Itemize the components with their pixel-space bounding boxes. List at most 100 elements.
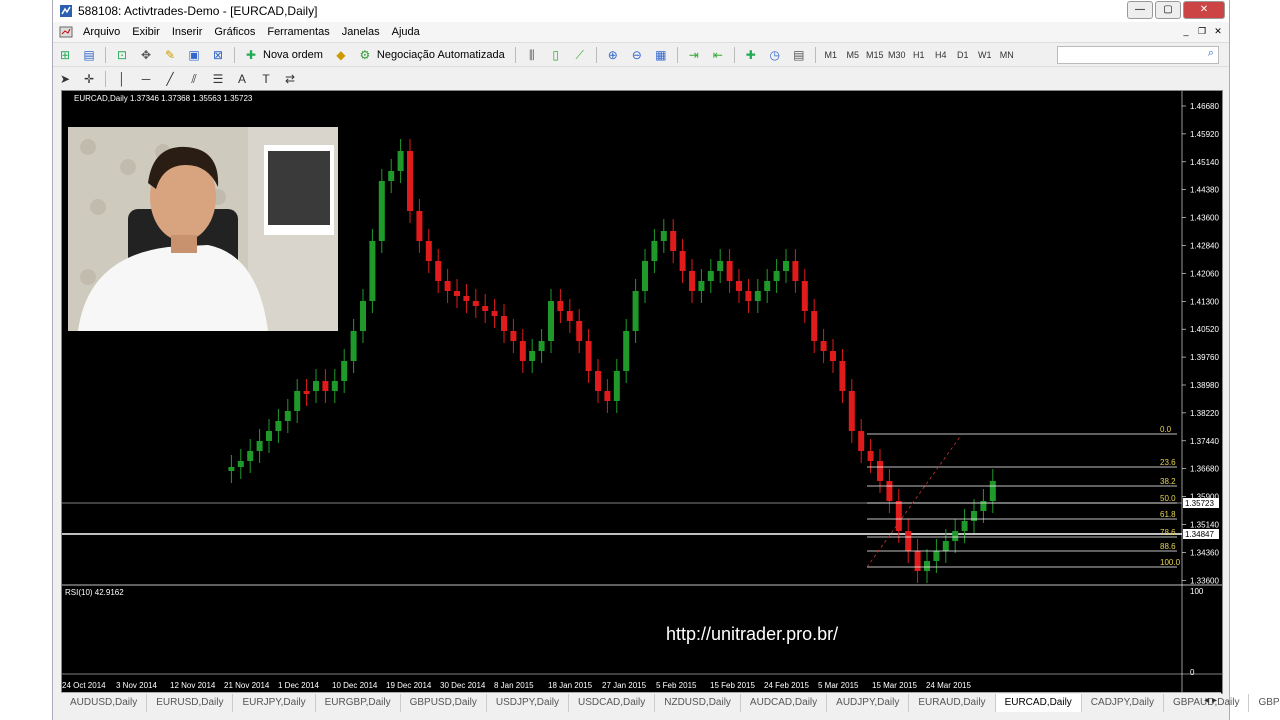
trendline-icon[interactable]: ╱ [162,71,178,87]
search-icon[interactable]: ⌕ [1208,47,1214,60]
auto-trading-button[interactable]: Negociação Automatizada [377,49,505,61]
candle-body [501,316,507,331]
price-tick-label: 1.45140 [1190,158,1219,167]
timeframe-m5[interactable]: M5 [842,50,864,60]
text-label-icon[interactable]: T [258,71,274,87]
minimize-button[interactable]: — [1127,1,1153,19]
price-tick-label: 1.35900 [1190,493,1219,502]
candle-body [811,311,818,341]
tab-nzdusd[interactable]: NZDUSD,Daily [655,694,741,712]
timeframe-h1[interactable]: H1 [908,50,930,60]
new-order-icon[interactable]: ✚ [243,47,259,63]
date-tick-label: 24 Mar 2015 [926,681,971,690]
candle-body [754,291,761,301]
bar-chart-icon[interactable]: ⫼ [524,47,540,63]
price-tick-label: 1.34360 [1190,548,1219,557]
candle-body [830,351,836,361]
tab-cadjpy[interactable]: CADJPY,Daily [1082,694,1164,712]
chart-header: EURCAD,Daily 1.37346 1.37368 1.35563 1.3… [74,94,253,103]
price-tick-label: 1.38220 [1190,409,1219,418]
market-watch-icon[interactable]: ⊡ [114,47,130,63]
tab-audusd[interactable]: AUDUSD,Daily [61,694,148,712]
tab-usdjpy[interactable]: USDJPY,Daily [487,694,570,712]
terminal-icon[interactable]: ▣ [186,47,202,63]
chart-shift-icon[interactable]: ⇤ [710,47,726,63]
menu-ferramentas[interactable]: Ferramentas [261,26,335,38]
timeframe-d1[interactable]: D1 [952,50,974,60]
menu-exibir[interactable]: Exibir [126,26,166,38]
maximize-button[interactable]: ▢ [1155,1,1181,19]
arrows-icon[interactable]: ⇄ [282,71,298,87]
candle-body [322,381,329,391]
cursor-icon[interactable]: ➤ [57,71,73,87]
new-chart-icon[interactable]: ⊞ [57,47,73,63]
tab-gbpusd[interactable]: GBPUSD,Daily [401,694,487,712]
tester-icon[interactable]: ⊠ [210,47,226,63]
candle-body [660,231,667,241]
candle-body [313,381,319,391]
crosshair-icon[interactable]: ✛ [81,71,97,87]
line-chart-icon[interactable]: ⟋ [572,47,588,63]
channel-icon[interactable]: ⫽ [186,71,202,87]
menu-janelas[interactable]: Janelas [336,26,386,38]
menu-ajuda[interactable]: Ajuda [386,26,426,38]
templates-icon[interactable]: ▤ [791,47,807,63]
zoom-in-icon[interactable]: ⊕ [605,47,621,63]
candle-body [792,261,799,281]
data-window-icon[interactable]: ✎ [162,47,178,63]
horizontal-line-icon[interactable]: ─ [138,71,154,87]
new-order-button[interactable]: Nova ordem [263,49,323,61]
date-tick-label: 1 Dec 2014 [278,681,319,690]
candlestick-icon[interactable]: ▯ [548,47,564,63]
menu-graficos[interactable]: Gráficos [208,26,261,38]
timeframe-m1[interactable]: M1 [820,50,842,60]
drawing-toolbar: ➤ ✛ │ ─ ╱ ⫽ ☰ A T ⇄ [53,66,1229,91]
chart-tabs: AUDUSD,Daily EURUSD,Daily EURJPY,Daily E… [61,692,1280,713]
zoom-out-icon[interactable]: ⊖ [629,47,645,63]
close-button[interactable]: ✕ [1183,1,1225,19]
tab-eurcad[interactable]: EURCAD,Daily [995,694,1082,712]
mdi-close-button[interactable]: ✕ [1211,25,1225,38]
candle-body [294,391,301,411]
price-tick-label: 1.38980 [1190,381,1219,390]
chart-window[interactable]: EURCAD,Daily 1.37346 1.37368 1.35563 1.3… [61,90,1223,694]
tab-audcad[interactable]: AUDCAD,Daily [741,694,828,712]
tab-gbpjpy[interactable]: GBPJPY,Daily [1249,694,1280,712]
tab-scroll-arrows[interactable]: ◂ ▸ [1204,695,1217,706]
vertical-line-icon[interactable]: │ [114,71,130,87]
metaeditor-icon[interactable]: ◆ [333,47,349,63]
autoscroll-icon[interactable]: ⇥ [686,47,702,63]
search-input[interactable]: ⌕ [1057,46,1219,64]
tab-eurusd[interactable]: EURUSD,Daily [147,694,234,712]
candle-body [350,331,357,361]
candle-body [463,296,470,301]
tile-windows-icon[interactable]: ▦ [653,47,669,63]
mdi-minimize-button[interactable]: _ [1179,25,1193,38]
indicators-icon[interactable]: ✚ [743,47,759,63]
tab-audjpy[interactable]: AUDJPY,Daily [827,694,910,712]
tab-eurgbp[interactable]: EURGBP,Daily [316,694,401,712]
candle-body [971,511,977,521]
tab-usdcad[interactable]: USDCAD,Daily [569,694,656,712]
fib-level-label: 100.0 [1160,558,1181,567]
text-icon[interactable]: A [234,71,250,87]
auto-trading-icon[interactable]: ⚙ [357,47,373,63]
fibonacci-icon[interactable]: ☰ [210,71,226,87]
price-tick-label: 1.44380 [1190,186,1219,195]
timeframe-h4[interactable]: H4 [930,50,952,60]
timeframe-m30[interactable]: M30 [886,50,908,60]
timeframe-m15[interactable]: M15 [864,50,886,60]
periods-icon[interactable]: ◷ [767,47,783,63]
tab-eurjpy[interactable]: EURJPY,Daily [233,694,316,712]
tab-euraud[interactable]: EURAUD,Daily [909,694,996,712]
mdi-restore-button[interactable]: ❐ [1195,25,1209,38]
menu-inserir[interactable]: Inserir [166,26,209,38]
timeframe-mn[interactable]: MN [996,50,1018,60]
candle-body [858,431,865,451]
terminal-window: 588108: Activtrades-Demo - [EURCAD,Daily… [52,0,1280,720]
navigator-icon[interactable]: ✥ [138,47,154,63]
menu-arquivo[interactable]: Arquivo [77,26,126,38]
candle-body [425,241,432,261]
timeframe-w1[interactable]: W1 [974,50,996,60]
profiles-icon[interactable]: ▤ [81,47,97,63]
